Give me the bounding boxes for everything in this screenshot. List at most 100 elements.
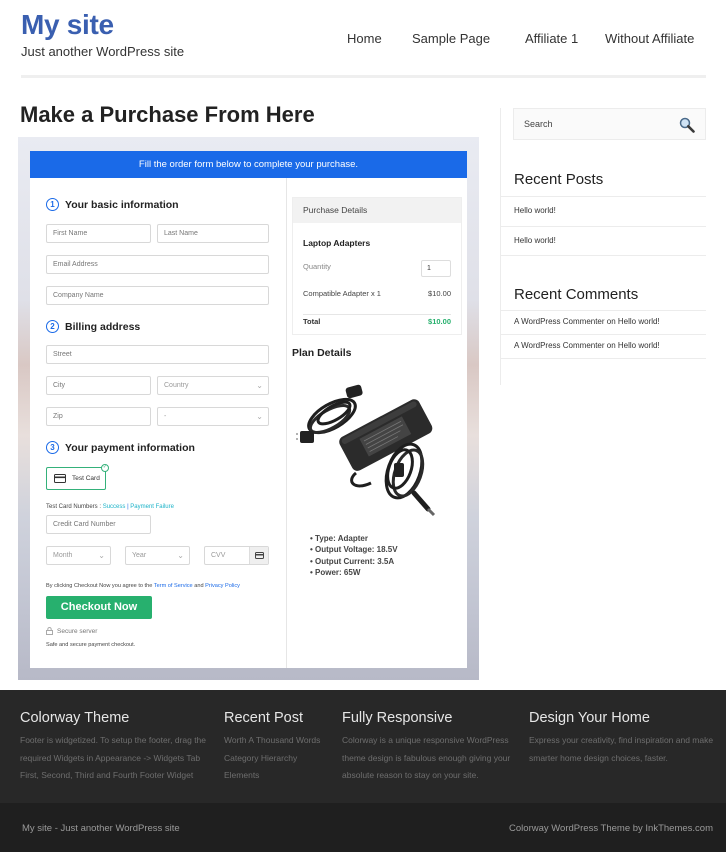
spec-item: Output Current: 3.5A bbox=[310, 556, 398, 567]
laptop-adapter-image bbox=[296, 384, 436, 517]
search-icon[interactable] bbox=[679, 117, 695, 133]
footer-col-line: absolute reason to stay on your site. bbox=[342, 770, 479, 780]
footer-post-link[interactable]: Worth A Thousand Words bbox=[224, 732, 320, 750]
purchase-divider bbox=[303, 314, 451, 315]
nav-home[interactable]: Home bbox=[347, 31, 382, 46]
footer-col-title: Fully Responsive bbox=[342, 710, 453, 726]
agree-and: and bbox=[194, 583, 204, 589]
footer-bottom-bar: My site - Just another WordPress site Co… bbox=[0, 803, 726, 852]
footer-col-line: required Widgets in Appearance -> Widget… bbox=[20, 752, 201, 763]
selected-check-icon: ✓ bbox=[101, 464, 109, 472]
step-number: 2 bbox=[46, 320, 59, 333]
recent-comments-title: Recent Comments bbox=[514, 286, 639, 303]
line-item-price: $10.00 bbox=[428, 289, 451, 298]
footer-col-line: Footer is widgetized. To setup the foote… bbox=[20, 735, 207, 745]
footer-col-design-home: Design Your Home Express your creativity… bbox=[529, 710, 713, 767]
cvv-input[interactable]: CVV bbox=[204, 546, 269, 565]
section-title: Your basic information bbox=[65, 198, 179, 211]
secure-note: Safe and secure payment checkout. bbox=[46, 642, 136, 648]
step-number: 1 bbox=[46, 198, 59, 211]
payment-method-label: Test Card bbox=[72, 475, 100, 482]
test-failure-link[interactable]: Payment Failure bbox=[130, 504, 174, 510]
section-title: Billing address bbox=[65, 320, 141, 333]
year-select[interactable]: Year ⌄ bbox=[125, 546, 190, 565]
city-input[interactable]: City bbox=[46, 376, 151, 395]
section-billing: 2 Billing address bbox=[46, 320, 140, 333]
footer-col-colorway: Colorway Theme Footer is widgetized. To … bbox=[20, 710, 206, 785]
total-value: $10.00 bbox=[428, 317, 451, 326]
footer-col-line: Colorway is a unique responsive WordPres… bbox=[342, 735, 509, 745]
quantity-input[interactable]: 1 bbox=[421, 260, 451, 277]
footer-col-title: Design Your Home bbox=[529, 710, 650, 726]
test-separator: | bbox=[127, 504, 129, 510]
recent-post-link[interactable]: Hello world! bbox=[501, 226, 706, 256]
chevron-down-icon: ⌄ bbox=[177, 551, 184, 560]
month-select-value: Month bbox=[53, 552, 73, 559]
purchase-details: Purchase Details Laptop Adapters Quantit… bbox=[292, 197, 462, 335]
spec-item: Type: Adapter bbox=[310, 533, 398, 544]
country-select[interactable]: Country ⌄ bbox=[157, 376, 269, 395]
cvv-placeholder: CVV bbox=[211, 552, 226, 559]
total-row: Total $10.00 bbox=[303, 317, 451, 326]
test-card-numbers: Test Card Numbers : Success | Payment Fa… bbox=[46, 504, 174, 510]
chevron-down-icon: ⌄ bbox=[256, 412, 263, 421]
footer-post-link[interactable]: Category Hierarchy bbox=[224, 750, 320, 768]
section-basic-info: 1 Your basic information bbox=[46, 198, 179, 211]
first-name-input[interactable]: First Name bbox=[46, 224, 151, 243]
payment-method-test-card[interactable]: Test Card ✓ bbox=[46, 464, 109, 490]
state-select-value: - bbox=[164, 413, 167, 420]
email-input[interactable]: Email Address bbox=[46, 255, 269, 274]
company-input[interactable]: Company Name bbox=[46, 286, 269, 305]
footer-col-line: theme design is fabulous enough giving y… bbox=[342, 752, 511, 763]
recent-comment-link[interactable]: A WordPress Commenter on Hello world! bbox=[501, 334, 706, 359]
last-name-input[interactable]: Last Name bbox=[157, 224, 269, 243]
footer-col-recent-post: Recent Post Worth A Thousand Words Categ… bbox=[224, 710, 320, 785]
footer-col-line: First, Second, Third and Fourth Footer W… bbox=[20, 770, 194, 780]
column-divider bbox=[286, 178, 287, 668]
checkout-now-button[interactable]: Checkout Now bbox=[46, 596, 152, 619]
footer-col-responsive: Fully Responsive Colorway is a unique re… bbox=[342, 710, 510, 785]
section-payment: 3 Your payment information bbox=[46, 441, 195, 454]
terms-link[interactable]: Term of Service bbox=[154, 583, 193, 589]
month-select[interactable]: Month ⌄ bbox=[46, 546, 111, 565]
spec-item: Power: 65W bbox=[310, 567, 398, 578]
state-select[interactable]: - ⌄ bbox=[157, 407, 269, 426]
nav-sample-page[interactable]: Sample Page bbox=[412, 31, 490, 46]
nav-affiliate-1[interactable]: Affiliate 1 bbox=[525, 31, 578, 46]
footer-theme-credit[interactable]: Colorway WordPress Theme by InkThemes.co… bbox=[509, 823, 713, 834]
street-input[interactable]: Street bbox=[46, 345, 269, 364]
secure-server-label: Secure server bbox=[57, 627, 98, 635]
recent-comment-link[interactable]: A WordPress Commenter on Hello world! bbox=[501, 310, 706, 334]
site-header: My site Just another WordPress site Home… bbox=[0, 0, 726, 80]
lock-icon bbox=[46, 627, 53, 635]
privacy-link[interactable]: Privacy Policy bbox=[205, 583, 240, 589]
recent-post-link[interactable]: Hello world! bbox=[501, 196, 706, 226]
footer-col-line: Express your creativity, find inspiratio… bbox=[529, 735, 714, 745]
test-success-link[interactable]: Success bbox=[103, 504, 126, 510]
agree-text: By clicking Checkout Now you agree to th… bbox=[46, 583, 153, 589]
footer-widgets: Colorway Theme Footer is widgetized. To … bbox=[0, 690, 726, 803]
search-placeholder: Search bbox=[524, 119, 553, 129]
footer-site-credit: My site - Just another WordPress site bbox=[22, 823, 180, 834]
nav-without-affiliate[interactable]: Without Affiliate bbox=[605, 31, 694, 46]
main-nav: Home Sample Page Affiliate 1 Without Aff… bbox=[0, 31, 726, 49]
product-name: Laptop Adapters bbox=[303, 238, 371, 248]
country-select-value: Country bbox=[164, 382, 189, 389]
spec-item: Output Voltage: 18.5V bbox=[310, 544, 398, 555]
header-divider bbox=[21, 75, 706, 78]
test-card-label: Test Card Numbers : bbox=[46, 504, 102, 510]
plan-details-title: Plan Details bbox=[292, 347, 352, 359]
card-number-input[interactable]: Credit Card Number bbox=[46, 515, 151, 534]
footer-post-link[interactable]: Elements bbox=[224, 767, 320, 785]
plan-specs-list: Type: Adapter Output Voltage: 18.5V Outp… bbox=[310, 533, 398, 578]
page-title: Make a Purchase From Here bbox=[20, 102, 315, 127]
purchase-details-title: Purchase Details bbox=[293, 198, 461, 223]
step-number: 3 bbox=[46, 441, 59, 454]
line-item: Compatible Adapter x 1 $10.00 bbox=[303, 289, 451, 298]
secure-server: Secure server bbox=[46, 627, 97, 635]
checkout-banner: Fill the order form below to complete yo… bbox=[30, 151, 467, 178]
total-label: Total bbox=[303, 317, 321, 326]
zip-input[interactable]: Zip bbox=[46, 407, 151, 426]
terms-agreement: By clicking Checkout Now you agree to th… bbox=[46, 583, 240, 589]
search-input[interactable]: Search bbox=[513, 108, 706, 140]
